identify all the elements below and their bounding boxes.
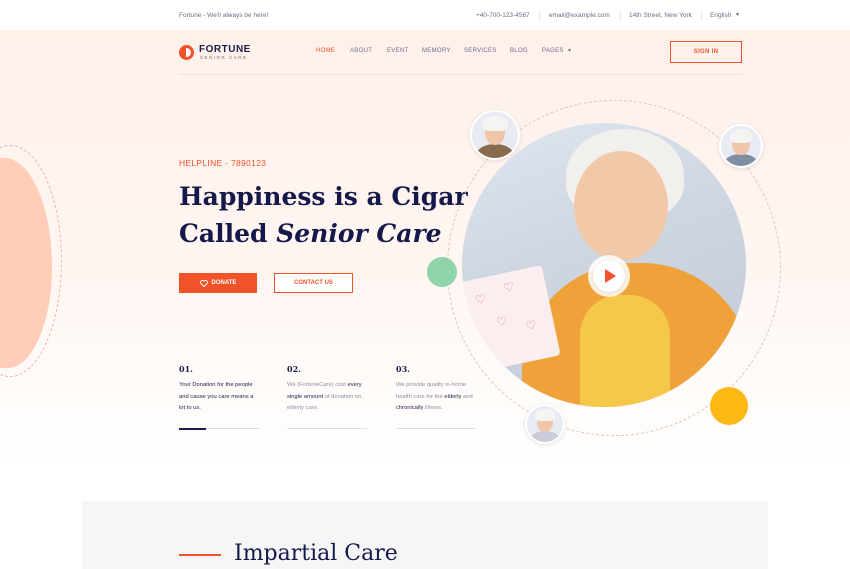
heart-icon bbox=[199, 279, 208, 287]
donate-button[interactable]: DONATE bbox=[179, 273, 257, 293]
headline-emphasis: Senior Care bbox=[276, 219, 442, 248]
divider bbox=[620, 10, 621, 21]
nav-item-home[interactable]: HOME bbox=[316, 48, 335, 54]
contact-us-button[interactable]: CONTACT US bbox=[274, 273, 353, 293]
feature-item: 01. Your Donation for the people and cau… bbox=[179, 364, 259, 430]
headline-line-2-prefix: Called bbox=[179, 219, 277, 248]
avatar-shape bbox=[475, 144, 515, 158]
logo-subtitle: SENIOR CARE bbox=[200, 55, 248, 60]
hero-headline: Happiness is a Cigar Called Senior Care bbox=[179, 178, 479, 252]
heart-icon: ♡ bbox=[473, 291, 488, 308]
language-selector[interactable]: English bbox=[710, 12, 731, 19]
feature-number: 02. bbox=[287, 364, 301, 374]
decorative-dashed-ring bbox=[0, 145, 62, 377]
tagline: Fortune - We'll always be here! bbox=[179, 12, 269, 19]
headline-line-1: Happiness is a Cigar bbox=[179, 182, 468, 211]
heart-icon: ♡ bbox=[502, 279, 516, 296]
heart-icon: ♡ bbox=[495, 313, 509, 330]
feature-text: We provide quality in-home health care f… bbox=[396, 380, 476, 415]
decorative-dot-yellow bbox=[710, 387, 748, 425]
feature-text-highlight: chronically bbox=[396, 405, 424, 411]
play-video-button[interactable] bbox=[588, 255, 630, 297]
nav-item-pages[interactable]: PAGES bbox=[542, 48, 564, 54]
top-info-bar: Fortune - We'll always be here! +40-700-… bbox=[0, 0, 850, 30]
feature-text-highlight: elderly bbox=[444, 393, 462, 400]
nav-item-event[interactable]: EVENT bbox=[387, 48, 409, 54]
feature-item: 02. We (FortuneCare) cost every single a… bbox=[287, 364, 367, 429]
headline-line-2: Called Senior Care bbox=[179, 215, 479, 252]
hero-section: FORTUNE SENIOR CARE HOME ABOUT EVENT MEM… bbox=[0, 30, 850, 470]
nav-item-services[interactable]: SERVICES bbox=[464, 48, 497, 54]
sign-in-button[interactable]: SIGN IN bbox=[670, 41, 742, 63]
feature-number: 01. bbox=[179, 364, 193, 374]
logo-name: FORTUNE bbox=[199, 44, 251, 55]
avatar bbox=[719, 124, 763, 168]
feature-underline bbox=[287, 428, 367, 429]
photo-shape bbox=[580, 295, 670, 407]
donate-label: DONATE bbox=[211, 280, 237, 286]
logo-icon bbox=[179, 45, 194, 60]
feature-text-part: and bbox=[461, 393, 473, 400]
feature-item: 03. We provide quality in-home health ca… bbox=[396, 364, 476, 429]
avatar bbox=[525, 404, 565, 444]
feature-text: Your Donation for the people and cause y… bbox=[179, 382, 254, 411]
feature-number: 03. bbox=[396, 364, 410, 374]
photo-shape bbox=[574, 151, 668, 261]
section-title: Impartial Care bbox=[234, 541, 398, 566]
decorative-dot-green bbox=[427, 257, 457, 287]
feature-text-part: illness. bbox=[423, 405, 443, 411]
address-text: 14th Street, New York bbox=[629, 12, 692, 19]
email-link[interactable]: email@example.com bbox=[549, 12, 610, 19]
feature-text: We (FortuneCare) cost every single amoun… bbox=[287, 380, 367, 415]
avatar-shape bbox=[534, 408, 556, 422]
play-icon bbox=[593, 260, 625, 292]
nav-item-memory[interactable]: MEMORY bbox=[422, 48, 451, 54]
avatar-shape bbox=[529, 431, 561, 442]
chevron-down-icon[interactable]: ▾ bbox=[736, 11, 739, 18]
divider bbox=[701, 10, 702, 21]
photo-card: ♡ ♡ ♡ ♡ bbox=[462, 265, 561, 373]
chevron-down-icon[interactable]: ▾ bbox=[568, 47, 571, 54]
avatar-shape bbox=[729, 129, 753, 143]
feature-underline bbox=[396, 428, 476, 429]
divider bbox=[539, 10, 540, 21]
section-title-accent bbox=[179, 554, 221, 556]
nav-item-about[interactable]: ABOUT bbox=[350, 48, 372, 54]
avatar-shape bbox=[482, 115, 508, 132]
impartial-care-section: Impartial Care bbox=[82, 501, 768, 569]
avatar-shape bbox=[724, 154, 758, 166]
feature-text-part: We (FortuneCare) cost bbox=[287, 382, 348, 388]
heart-icon: ♡ bbox=[524, 317, 538, 334]
phone-link[interactable]: +40-700-123-4567 bbox=[476, 12, 530, 19]
header-divider bbox=[179, 74, 742, 75]
avatar bbox=[470, 110, 520, 160]
helpline-text: HELPLINE - 7890123 bbox=[179, 158, 267, 168]
feature-underline-active bbox=[179, 427, 206, 430]
nav-item-blog[interactable]: BLOG bbox=[510, 48, 528, 54]
